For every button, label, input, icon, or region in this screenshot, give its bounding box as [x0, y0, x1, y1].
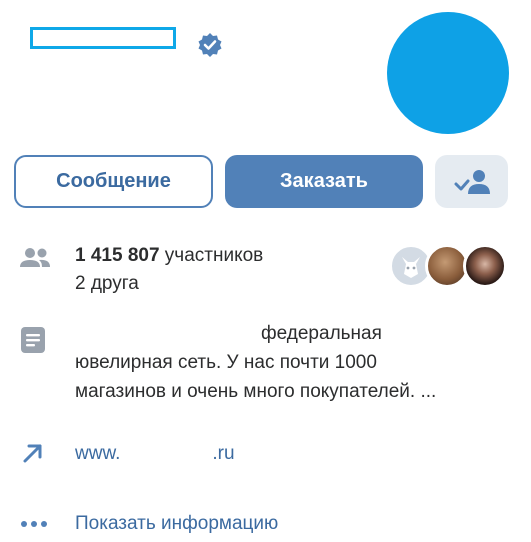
- website-prefix: www.: [75, 443, 121, 464]
- more-dots-icon: [21, 521, 47, 527]
- description-line: магазинов и очень много покупателей. ...: [75, 381, 437, 402]
- website-suffix: .ru: [212, 443, 235, 464]
- community-name-redacted: [30, 27, 176, 49]
- message-button-label: Сообщение: [56, 170, 171, 192]
- order-button[interactable]: Заказать: [225, 155, 423, 208]
- description-line: ювелирная сеть. У нас почти 1000: [75, 352, 377, 373]
- member-avatar: [463, 244, 507, 288]
- verified-check-icon: [198, 33, 222, 57]
- message-button[interactable]: Сообщение: [14, 155, 213, 208]
- subscribed-button[interactable]: [435, 155, 508, 208]
- person-check-icon: [454, 169, 490, 194]
- community-avatar[interactable]: [387, 12, 509, 134]
- document-icon: [21, 327, 45, 353]
- members-label: участников: [159, 245, 264, 266]
- members-count: 1 415 807: [75, 245, 160, 266]
- description-line: федеральная: [261, 323, 382, 344]
- show-info-link[interactable]: Показать информацию: [75, 510, 278, 538]
- friends-count-text[interactable]: 2 друга: [75, 270, 139, 298]
- members-count-text[interactable]: 1 415 807 участников: [75, 242, 263, 270]
- order-button-label: Заказать: [280, 170, 368, 192]
- member-avatars[interactable]: [389, 244, 511, 290]
- community-description: федеральная ювелирная сеть. У нас почти …: [75, 320, 495, 407]
- arrow-up-right-icon: [23, 444, 42, 463]
- website-link[interactable]: www. .ru: [75, 440, 235, 468]
- users-icon: [20, 248, 50, 267]
